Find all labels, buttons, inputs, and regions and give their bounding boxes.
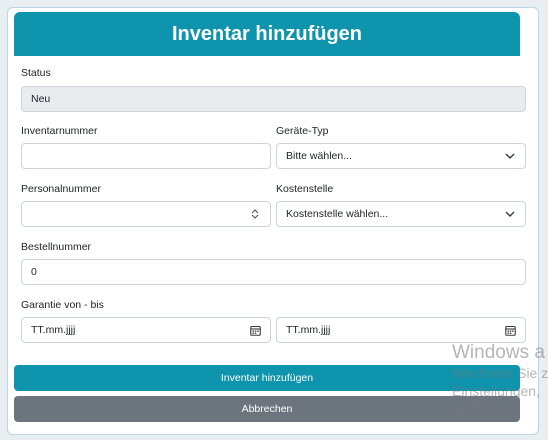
calendar-icon[interactable] <box>504 324 516 336</box>
geraete-typ-label: Geräte-Typ <box>276 125 329 137</box>
submit-button[interactable]: Inventar hinzufügen <box>14 365 520 391</box>
cancel-button-label: Abbrechen <box>241 403 293 415</box>
form-title-text: Inventar hinzufügen <box>172 22 362 45</box>
garantie-from-input[interactable]: TT.mm.jjjj <box>21 317 271 343</box>
geraete-typ-select[interactable]: Bitte wählen... <box>276 143 526 169</box>
inventarnummer-label: Inventarnummer <box>21 125 98 137</box>
submit-button-label: Inventar hinzufügen <box>220 372 314 384</box>
chevron-down-icon <box>504 150 516 162</box>
kostenstelle-selected: Kostenstelle wählen... <box>286 208 389 220</box>
chevron-down-icon <box>504 208 516 220</box>
form-title: Inventar hinzufügen <box>14 12 520 56</box>
kostenstelle-label: Kostenstelle <box>276 183 334 195</box>
garantie-label: Garantie von - bis <box>21 299 104 311</box>
garantie-to-input[interactable]: TT.mm.jjjj <box>276 317 526 343</box>
calendar-icon[interactable] <box>249 324 261 336</box>
status-value: Neu <box>31 93 51 105</box>
status-field: Neu <box>21 86 526 112</box>
personalnummer-label: Personalnummer <box>21 183 101 195</box>
personalnummer-input[interactable] <box>21 201 271 227</box>
cancel-button[interactable]: Abbrechen <box>14 396 520 422</box>
geraete-typ-selected: Bitte wählen... <box>286 150 352 162</box>
bestellnummer-label: Bestellnummer <box>21 241 92 253</box>
number-spinner-icon[interactable] <box>249 208 261 220</box>
garantie-from-value: TT.mm.jjjj <box>31 324 76 336</box>
kostenstelle-select[interactable]: Kostenstelle wählen... <box>276 201 526 227</box>
bestellnummer-input[interactable]: 0 <box>21 259 526 285</box>
garantie-to-value: TT.mm.jjjj <box>286 324 331 336</box>
inventarnummer-input[interactable] <box>21 143 271 169</box>
bestellnummer-value: 0 <box>31 266 37 278</box>
status-label: Status <box>21 67 51 79</box>
